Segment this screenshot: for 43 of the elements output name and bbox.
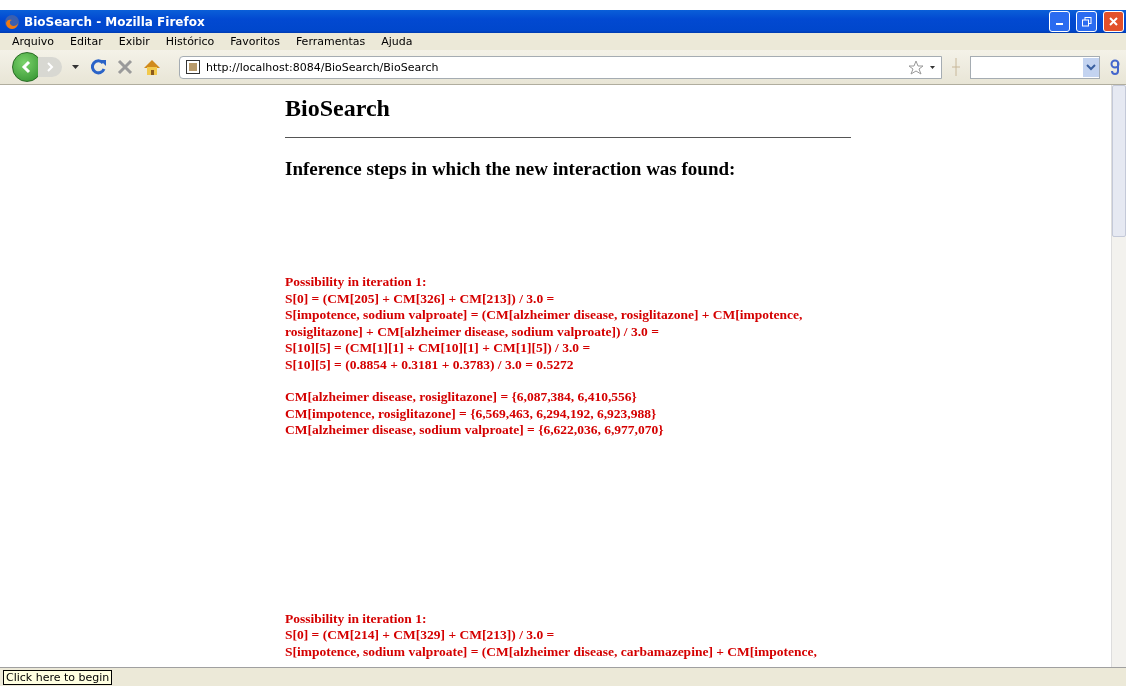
menu-item[interactable]: Favoritos [230,35,280,48]
search-field[interactable] [970,55,1100,79]
result-line: S[impotence, sodium valproate] = (CM[alzheimer disease, carbamazepine] + CM[impotence, [285,643,818,660]
dropdown-icon[interactable] [72,65,79,69]
menu-item[interactable]: Exibir [118,35,150,48]
window-title: BioSearch - Mozilla Firefox [24,14,206,29]
result-line: S[0] = (CM[214] + CM[329] + CM[213]) / 3.0 = [285,627,556,644]
result-line: CM[alzheimer disease, sodium valproate] = {6,622,036, 6,977,070} [285,422,665,439]
result-line: S[impotence, sodium valproate] = (CM[alzheimer disease, rosiglitazone] + CM[impotence, rosiglitazone] + CM[alzheimer disease, sodium valproate]) / 3.0 = [285,307,804,340]
minimize-button[interactable] [1049,11,1070,32]
scroll-bar[interactable] [1111,85,1126,667]
result-line: Possibility in iteration 1: [285,610,428,627]
close-icon [1109,17,1118,26]
browser-logo-icon [4,13,20,30]
dropdown-icon[interactable] [930,65,935,69]
page-heading: BioSearch [285,95,391,122]
home-icon[interactable] [143,58,161,76]
result-line: S[0] = (CM[205] + CM[326] + CM[213]) / 3.0 = [285,290,556,307]
menu-item[interactable]: Histórico [165,35,215,48]
chevron-down-icon[interactable] [1083,57,1099,77]
stop-icon[interactable] [117,59,133,75]
close-button[interactable] [1103,11,1124,32]
result-line: CM[impotence, rosiglitazone] = {6,569,463, 6,294,192, 6,923,988} [285,405,658,422]
result-line: S[10][5] = (0.8854 + 0.3181 + 0.3783) / 3.0 = 0.5272 [285,356,575,373]
restore-button[interactable] [1076,11,1097,32]
star-icon[interactable] [908,59,924,75]
divider-handle-icon[interactable] [952,58,960,76]
arrow-right-icon [45,62,55,72]
search-engine-icon[interactable] [1110,59,1120,75]
menu-item[interactable]: Editar [70,35,103,48]
status-text[interactable]: Click here to begin [3,669,113,685]
address-bar[interactable]: http://localhost:8084/BioSearch/BioSearch [179,55,942,79]
url-text: http://localhost:8084/BioSearch/BioSearch [206,60,440,74]
result-line: CM[alzheimer disease, rosiglitazone] = {6,087,384, 6,410,556} [285,389,638,406]
menu-item[interactable]: Arquivo [12,35,55,48]
reload-icon[interactable] [89,58,107,76]
result-line: S[10][5] = (CM[1][1] + CM[10][1] + CM[1][5]) / 3.0 = [285,340,592,357]
menu-item[interactable]: Ferramentas [295,35,366,48]
menu-item[interactable]: Ajuda [381,35,413,48]
restore-icon [1081,16,1092,27]
result-line: Possibility in iteration 1: [285,274,428,291]
section-heading: Inference steps in which the new interaction was found: [285,158,737,180]
page-icon [186,60,200,74]
